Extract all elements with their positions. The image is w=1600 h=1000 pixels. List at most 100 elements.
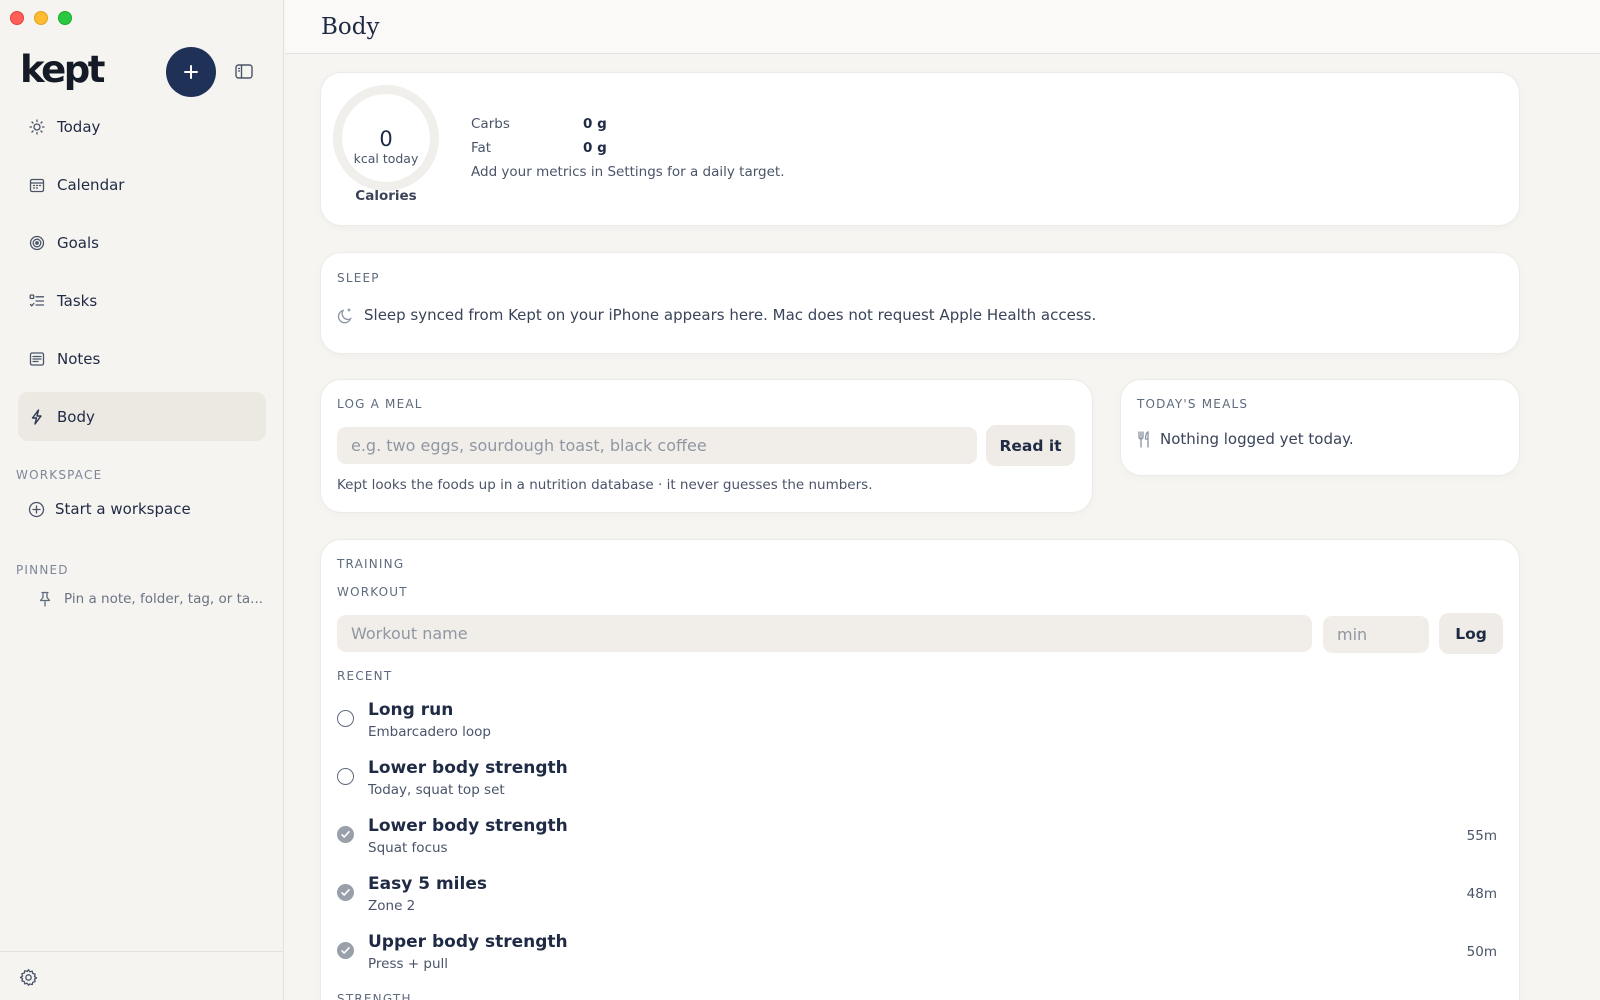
sidebar-item-label: Tasks: [57, 291, 98, 310]
sun-icon: [28, 118, 46, 136]
sidebar-item-goals[interactable]: Goals: [18, 218, 266, 267]
pinned-placeholder: Pin a note, folder, tag, or ta...: [38, 591, 263, 607]
workout-row[interactable]: Upper body strength Press + pull 50m: [337, 929, 1497, 979]
training-caption: TRAINING: [337, 557, 405, 571]
carbs-value: 0 g: [583, 116, 607, 132]
fat-label: Fat: [471, 140, 492, 156]
workout-checkbox-checked[interactable]: [337, 884, 354, 901]
settings-button[interactable]: [19, 968, 39, 988]
moon-icon: [337, 307, 352, 323]
todays-meals-card: TODAY'S MEALS Nothing logged yet today.: [1121, 380, 1519, 475]
sidebar-item-label: Notes: [57, 349, 101, 368]
workspace-section-label: WORKSPACE: [16, 468, 103, 482]
minimize-window-button[interactable]: [34, 11, 48, 25]
page-title: Body: [321, 14, 380, 40]
strength-caption: STRENGTH: [337, 992, 412, 1000]
log-workout-button[interactable]: Log: [1439, 613, 1503, 654]
sidebar-item-label: Body: [57, 407, 95, 426]
meals-empty-row: Nothing logged yet today.: [1137, 430, 1354, 448]
workout-minutes-input[interactable]: [1323, 616, 1429, 653]
sidebar-toggle-icon: [235, 63, 253, 79]
calendar-icon: [28, 176, 46, 194]
notes-icon: [28, 350, 46, 368]
workout-detail: Press + pull: [368, 956, 449, 972]
log-meal-caption: LOG A MEAL: [337, 397, 423, 411]
start-workspace-button[interactable]: Start a workspace: [28, 500, 191, 518]
sleep-caption: SLEEP: [337, 271, 380, 285]
tasks-icon: [28, 292, 46, 310]
calorie-unit: kcal today: [353, 151, 419, 166]
workout-checkbox-checked[interactable]: [337, 942, 354, 959]
calorie-ring: 0 kcal today: [333, 85, 439, 191]
sidebar-item-today[interactable]: Today: [18, 102, 266, 151]
fat-value: 0 g: [583, 140, 607, 156]
workout-duration: 48m: [1466, 886, 1497, 902]
workout-duration: 55m: [1466, 828, 1497, 844]
check-icon: [341, 831, 350, 838]
target-icon: [28, 234, 46, 252]
close-window-button[interactable]: [10, 11, 24, 25]
calorie-value: 0: [379, 127, 393, 151]
window-controls: [10, 11, 72, 25]
workout-row[interactable]: Lower body strength Today, squat top set: [337, 755, 1497, 805]
gear-icon: [19, 969, 38, 986]
read-it-button[interactable]: Read it: [986, 425, 1075, 466]
log-meal-card: LOG A MEAL Read it Kept looks the foods …: [321, 380, 1092, 512]
workout-row[interactable]: Lower body strength Squat focus 55m: [337, 813, 1497, 863]
sidebar-item-notes[interactable]: Notes: [18, 334, 266, 383]
calories-label: Calories: [355, 188, 417, 204]
sidebar-item-tasks[interactable]: Tasks: [18, 276, 266, 325]
workout-name: Lower body strength: [368, 816, 568, 836]
main-content: Body 0 kcal today Calories Carbs 0 g Fat…: [285, 0, 1600, 1000]
new-item-button[interactable]: [166, 47, 216, 97]
workout-name: Lower body strength: [368, 758, 568, 778]
fork-knife-icon: [1138, 430, 1149, 448]
metrics-hint: Add your metrics in Settings for a daily…: [471, 164, 785, 180]
workout-duration: 50m: [1466, 944, 1497, 960]
pinned-section-label: PINNED: [16, 563, 69, 577]
recent-caption: RECENT: [337, 669, 393, 683]
workout-row[interactable]: Long run Embarcadero loop: [337, 697, 1497, 747]
workout-checkbox-checked[interactable]: [337, 826, 354, 843]
sidebar-item-calendar[interactable]: Calendar: [18, 160, 266, 209]
calories-card: 0 kcal today Calories Carbs 0 g Fat 0 g …: [321, 73, 1519, 225]
meal-input[interactable]: [337, 427, 977, 464]
workout-name: Upper body strength: [368, 932, 568, 952]
pinned-placeholder-label: Pin a note, folder, tag, or ta...: [64, 591, 264, 607]
zoom-window-button[interactable]: [58, 11, 72, 25]
sidebar-nav: Today Calendar Goals Tasks Notes Body: [18, 102, 266, 450]
sleep-card: SLEEP Sleep synced from Kept on your iPh…: [321, 253, 1519, 353]
sidebar-item-label: Today: [57, 117, 101, 136]
sidebar-item-label: Calendar: [57, 175, 125, 194]
sleep-message-row: Sleep synced from Kept on your iPhone ap…: [337, 306, 1096, 324]
sidebar-item-body[interactable]: Body: [18, 392, 266, 441]
toggle-sidebar-button[interactable]: [233, 62, 255, 80]
workout-caption: WORKOUT: [337, 585, 408, 599]
bolt-icon: [28, 408, 46, 426]
workout-checkbox[interactable]: [337, 768, 354, 785]
workout-name-input[interactable]: [337, 615, 1312, 652]
workout-name: Long run: [368, 700, 454, 720]
pin-icon: [39, 591, 51, 607]
start-workspace-label: Start a workspace: [55, 500, 191, 518]
training-card: TRAINING WORKOUT Log RECENT Long run Emb…: [321, 540, 1519, 1000]
sleep-message: Sleep synced from Kept on your iPhone ap…: [364, 306, 1097, 324]
workout-checkbox[interactable]: [337, 710, 354, 727]
carbs-label: Carbs: [471, 116, 510, 132]
workout-detail: Today, squat top set: [368, 782, 505, 798]
todays-meals-caption: TODAY'S MEALS: [1137, 397, 1249, 411]
workout-detail: Embarcadero loop: [368, 724, 491, 740]
top-bar: [285, 0, 1600, 54]
workout-name: Easy 5 miles: [368, 874, 487, 894]
meal-lookup-note: Kept looks the foods up in a nutrition d…: [337, 477, 873, 493]
workout-row[interactable]: Easy 5 miles Zone 2 48m: [337, 871, 1497, 921]
check-icon: [341, 947, 350, 954]
sidebar: kept Today Calendar Goals Tasks Notes Bo…: [0, 0, 284, 1000]
plus-icon: [184, 65, 198, 79]
workout-detail: Squat focus: [368, 840, 448, 856]
add-circle-icon: [28, 501, 45, 517]
workout-detail: Zone 2: [368, 898, 416, 914]
sidebar-footer: [0, 951, 283, 1000]
app-logo: kept: [20, 48, 105, 91]
meals-empty-message: Nothing logged yet today.: [1160, 430, 1354, 448]
